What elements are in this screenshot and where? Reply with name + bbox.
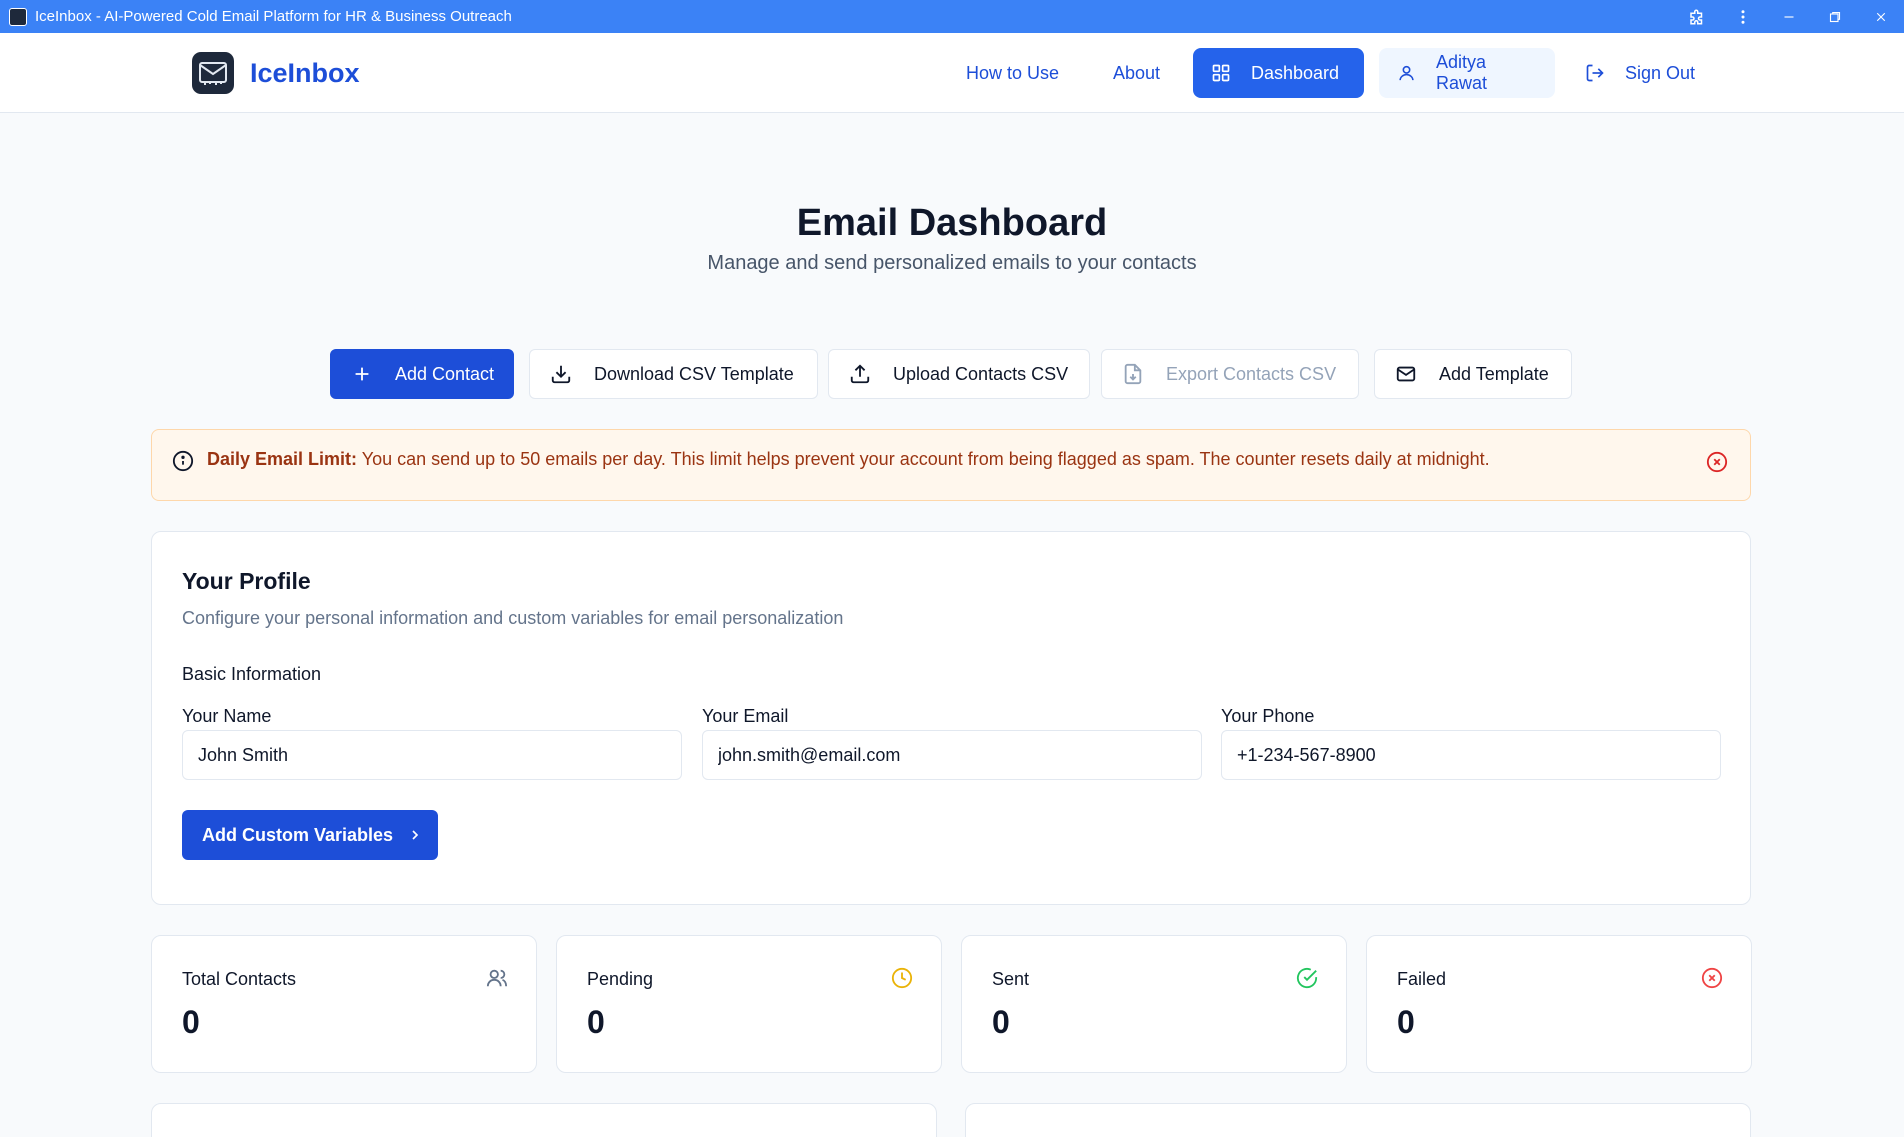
stat-value: 0 xyxy=(587,1004,605,1040)
plus-icon xyxy=(355,367,369,381)
profile-card: Your Profile Configure your personal inf… xyxy=(151,531,1751,905)
add-contact-button[interactable]: Add Contact xyxy=(330,349,514,399)
nav-about[interactable]: About xyxy=(1095,48,1178,98)
info-icon xyxy=(172,450,194,472)
nav-user[interactable]: Aditya Rawat xyxy=(1379,48,1555,98)
bottom-panel-left xyxy=(151,1103,937,1137)
extensions-icon[interactable] xyxy=(1674,0,1720,33)
stat-value: 0 xyxy=(182,1004,200,1040)
window-controls xyxy=(1674,0,1904,33)
add-template-label: Add Template xyxy=(1439,363,1549,384)
page-subtitle: Manage and send personalized emails to y… xyxy=(707,252,1197,274)
stat-sent: Sent 0 xyxy=(961,935,1347,1073)
name-label: Your Name xyxy=(182,706,272,726)
bottom-panel-right xyxy=(965,1103,1751,1137)
upload-csv-label: Upload Contacts CSV xyxy=(893,363,1069,384)
phone-label: Your Phone xyxy=(1221,706,1315,726)
sign-out-icon xyxy=(1586,64,1604,82)
download-csv-button[interactable]: Download CSV Template xyxy=(529,349,818,399)
alert-close-icon[interactable] xyxy=(1706,451,1728,473)
stat-label: Total Contacts xyxy=(182,969,297,989)
user-icon xyxy=(1399,65,1414,81)
restore-button[interactable] xyxy=(1812,0,1858,33)
window-titlebar: IceInbox - AI-Powered Cold Email Platfor… xyxy=(0,0,1904,33)
stat-failed: Failed 0 xyxy=(1366,935,1752,1073)
stat-label: Sent xyxy=(992,969,1030,989)
alert-label: Daily Email Limit: xyxy=(207,449,358,469)
profile-description: Configure your personal information and … xyxy=(182,608,844,628)
upload-csv-button[interactable]: Upload Contacts CSV xyxy=(828,349,1090,399)
nav-user-name: Aditya Rawat xyxy=(1436,52,1488,93)
daily-limit-alert: Daily Email Limit: You can send up to 50… xyxy=(151,429,1751,501)
add-template-button[interactable]: Add Template xyxy=(1374,349,1572,399)
action-bar: Add Contact Download CSV Template Upload… xyxy=(0,349,1904,399)
minimize-button[interactable] xyxy=(1766,0,1812,33)
nav-dashboard-label: Dashboard xyxy=(1251,62,1340,83)
custom-variables-label: Add Custom Variables xyxy=(202,824,394,845)
alert-text: Daily Email Limit: You can send up to 50… xyxy=(207,449,1490,470)
close-window-button[interactable] xyxy=(1858,0,1904,33)
users-icon xyxy=(486,969,508,987)
name-field[interactable] xyxy=(182,730,682,780)
stat-label: Pending xyxy=(587,969,654,989)
dashboard-grid-icon xyxy=(1212,64,1230,82)
mail-icon xyxy=(1396,366,1416,382)
check-circle-icon xyxy=(1296,967,1318,989)
add-custom-variables-button[interactable]: Add Custom Variables xyxy=(182,810,438,860)
download-icon xyxy=(551,365,571,384)
clock-icon xyxy=(891,967,913,989)
stat-value: 0 xyxy=(1397,1004,1415,1040)
nav-sign-out[interactable]: Sign Out xyxy=(1567,48,1713,98)
file-download-icon xyxy=(1124,363,1142,385)
nav-how-to-use[interactable]: How to Use xyxy=(948,48,1077,98)
window-title: IceInbox - AI-Powered Cold Email Platfor… xyxy=(35,8,512,25)
profile-title: Your Profile xyxy=(182,568,311,594)
phone-field[interactable] xyxy=(1221,730,1721,780)
upload-icon xyxy=(850,364,870,384)
stat-total-contacts: Total Contacts 0 xyxy=(151,935,537,1073)
nav-links: How to Use About Dashboard Aditya Rawat … xyxy=(0,48,1904,98)
more-menu-icon[interactable] xyxy=(1720,0,1766,33)
stat-pending: Pending 0 xyxy=(556,935,942,1073)
top-navbar: IceInbox How to Use About Dashboard Adit… xyxy=(0,33,1904,113)
stat-value: 0 xyxy=(992,1004,1010,1040)
add-contact-label: Add Contact xyxy=(395,363,495,384)
export-csv-label: Export Contacts CSV xyxy=(1166,363,1337,384)
nav-dashboard[interactable]: Dashboard xyxy=(1193,48,1364,98)
basic-info-heading: Basic Information xyxy=(182,664,322,684)
email-field[interactable] xyxy=(702,730,1202,780)
x-circle-icon xyxy=(1701,967,1723,989)
email-label: Your Email xyxy=(702,706,789,726)
stat-label: Failed xyxy=(1397,969,1447,989)
app-icon xyxy=(9,7,27,26)
download-csv-label: Download CSV Template xyxy=(594,363,794,384)
page-title: Email Dashboard xyxy=(796,202,1108,244)
chevron-right-icon xyxy=(412,830,419,840)
export-csv-button[interactable]: Export Contacts CSV xyxy=(1101,349,1359,399)
nav-sign-out-label: Sign Out xyxy=(1625,62,1696,83)
alert-message: You can send up to 50 emails per day. Th… xyxy=(357,449,1490,469)
